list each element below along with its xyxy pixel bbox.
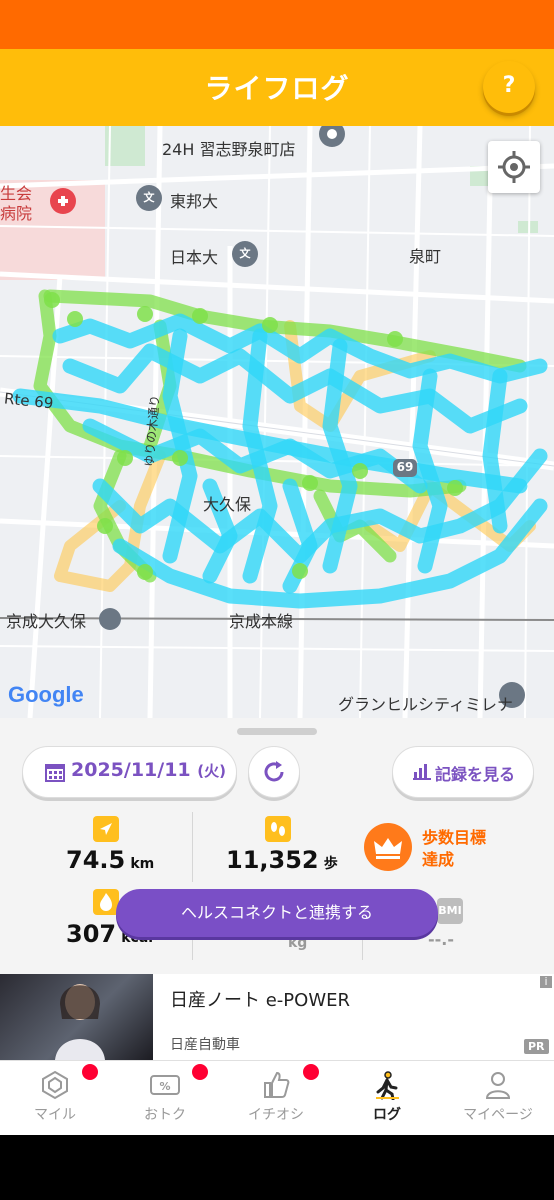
map-label-station: 京成大久保 — [6, 612, 87, 631]
ad-title[interactable]: 日産ノート e-POWER — [170, 986, 350, 1012]
bmi-value: --.- — [428, 930, 454, 949]
distance-stat: 74.5 km — [66, 846, 154, 874]
ad-thumbnail[interactable] — [0, 974, 153, 1060]
map-label-store: 24H 習志野泉町店 — [162, 140, 296, 159]
page-title: ライフログ — [204, 72, 350, 105]
bmi-icon: BMI — [437, 898, 463, 924]
notification-badge — [303, 1064, 319, 1080]
app-header: ライフログ — [0, 49, 554, 126]
tab-mypage-label: マイページ — [463, 1107, 533, 1123]
tab-otoku-label: おトク — [144, 1107, 186, 1123]
distance-icon — [93, 816, 119, 842]
tab-mypage[interactable]: マイページ — [443, 1060, 553, 1135]
view-records-button[interactable]: 記録を見る — [392, 746, 534, 798]
tab-ichioshi-label: イチオシ — [248, 1107, 304, 1123]
goal-text: 歩数目標 達成 — [422, 828, 487, 869]
map-label-izumi: 泉町 — [409, 247, 442, 266]
view-records-label: 記録を見る — [435, 765, 516, 784]
goal-achieved-badge — [364, 823, 412, 871]
steps-unit: 歩 — [323, 856, 338, 872]
tab-log[interactable]: ログ — [332, 1060, 442, 1135]
bar-chart-icon — [413, 764, 431, 780]
route-badge: 69 — [396, 460, 414, 474]
calories-value: 307 — [66, 920, 117, 948]
steps-stat: 11,352 歩 — [226, 846, 338, 874]
map-view[interactable]: 24H 習志野泉町店 生会 病院 文 東邦大 日本大 文 泉町 Rte 69 6… — [0, 126, 554, 718]
tab-log-label: ログ — [373, 1107, 401, 1123]
ad-advertiser: 日産自動車 — [170, 1037, 240, 1053]
refresh-icon — [264, 761, 284, 782]
map-label-okubo: 大久保 — [203, 495, 252, 514]
google-logo: Google — [8, 682, 84, 707]
tab-mile-label: マイル — [34, 1107, 76, 1123]
my-location-button[interactable] — [488, 141, 540, 193]
system-nav-bar — [0, 1135, 554, 1200]
mile-icon — [42, 1070, 68, 1100]
divider — [192, 812, 193, 882]
walking-icon — [376, 1071, 399, 1100]
health-connect-button[interactable]: ヘルスコネクトと連携する — [116, 889, 438, 937]
svg-text:%: % — [159, 1080, 170, 1093]
ad-pr-badge: PR — [524, 1039, 549, 1054]
ad-person-image — [55, 984, 105, 1060]
school-icon: 文 — [239, 247, 251, 260]
coupon-icon: % — [150, 1075, 180, 1095]
map-label-granhills: グランヒルシティミレナ — [338, 695, 514, 714]
steps-value: 11,352 — [226, 846, 319, 874]
thumbs-up-icon — [264, 1071, 290, 1098]
distance-unit: km — [130, 856, 155, 872]
school-icon: 文 — [143, 191, 155, 204]
notification-badge — [192, 1064, 208, 1080]
calendar-icon — [45, 764, 65, 782]
crown-icon — [374, 838, 402, 859]
map-label-line: 京成本線 — [229, 612, 294, 631]
weight-unit: kg — [288, 935, 308, 951]
footprints-icon — [265, 816, 291, 842]
drag-handle[interactable] — [237, 728, 317, 735]
map-label-hospital: 生会 病院 — [0, 184, 33, 223]
date-picker-button[interactable]: 2025/11/11 (火) — [22, 746, 237, 798]
ad-info-icon[interactable]: i — [540, 976, 552, 988]
status-bar — [0, 0, 554, 49]
crosshair-icon — [498, 151, 530, 183]
refresh-button[interactable] — [248, 746, 300, 798]
person-icon — [485, 1072, 511, 1099]
map-label-nihon: 日本大 — [170, 248, 219, 267]
notification-badge — [82, 1064, 98, 1080]
help-button[interactable]: ? — [483, 61, 535, 113]
date-text: 2025/11/11 (火) — [71, 759, 226, 781]
distance-value: 74.5 — [66, 846, 126, 874]
map-label-toho: 東邦大 — [170, 192, 219, 211]
